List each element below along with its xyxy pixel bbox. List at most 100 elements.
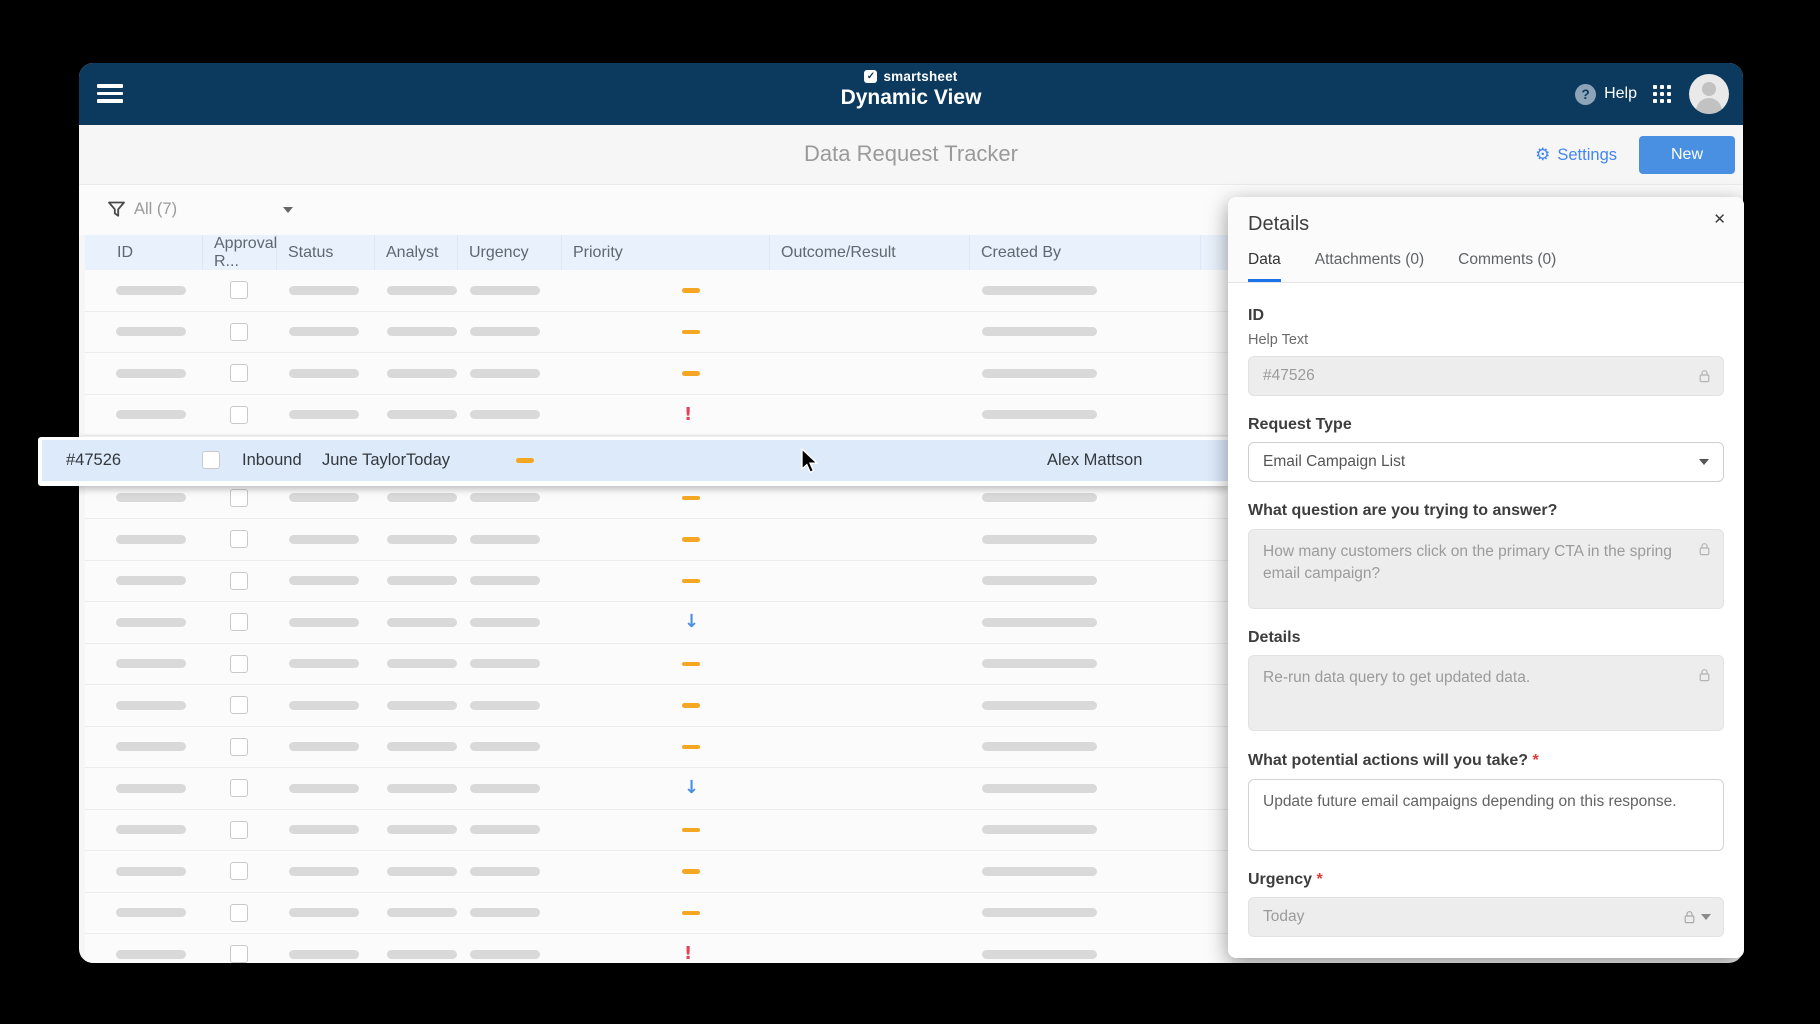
table-cell [277, 810, 375, 851]
table-row[interactable]: ! [85, 395, 1232, 437]
selected-row-status: Inbound [242, 440, 302, 481]
approval-checkbox[interactable] [230, 862, 248, 880]
table-body: ! ↓ ↓! [85, 270, 1232, 963]
table-row[interactable]: ↓ [85, 768, 1232, 810]
selected-row-created-by: Alex Mattson [1047, 440, 1142, 481]
filter-icon[interactable] [108, 201, 125, 218]
column-header-status[interactable]: Status [277, 235, 375, 270]
priority-medium-icon [516, 458, 534, 463]
table-row[interactable] [85, 644, 1232, 686]
required-asterisk: * [1316, 871, 1322, 888]
table-cell [277, 685, 375, 726]
table-cell [375, 602, 458, 643]
approval-checkbox[interactable] [230, 613, 248, 631]
actions-textarea[interactable]: Update future email campaigns depending … [1248, 779, 1724, 851]
table-row[interactable] [85, 810, 1232, 852]
skeleton-bar [470, 867, 540, 876]
question-field: How many customers click on the primary … [1248, 529, 1724, 609]
selected-row[interactable]: #47526 Inbound June Taylor Today Alex Ma… [38, 437, 1230, 486]
skeleton-bar [387, 410, 457, 419]
table-cell [277, 727, 375, 768]
approval-checkbox[interactable] [230, 655, 248, 673]
skeleton-bar [470, 327, 540, 336]
approval-checkbox[interactable] [230, 945, 248, 963]
table-row[interactable]: ↓ [85, 602, 1232, 644]
selected-row-id: #47526 [66, 440, 121, 481]
table-cell [458, 810, 562, 851]
table-cell [203, 685, 277, 726]
approval-checkbox[interactable] [230, 572, 248, 590]
approval-checkbox[interactable] [230, 904, 248, 922]
approval-checkbox[interactable] [230, 406, 248, 424]
approval-checkbox[interactable] [230, 738, 248, 756]
approval-checkbox[interactable] [230, 530, 248, 548]
filter-selected-label[interactable]: All (7) [134, 200, 177, 219]
brand-name: smartsheet [883, 69, 957, 84]
table-cell [458, 727, 562, 768]
column-header-outcome-result[interactable]: Outcome/Result [770, 235, 970, 270]
details-tabs: Data Attachments (0) Comments (0) [1248, 251, 1724, 282]
table-row[interactable] [85, 727, 1232, 769]
user-avatar[interactable] [1689, 74, 1729, 114]
table-cell [277, 768, 375, 809]
new-button[interactable]: New [1639, 136, 1735, 174]
table-row[interactable] [85, 851, 1232, 893]
table-cell [375, 685, 458, 726]
approval-checkbox[interactable] [230, 696, 248, 714]
table-row[interactable]: ! [85, 934, 1232, 963]
column-header-id[interactable]: ID [85, 235, 203, 270]
column-header-priority[interactable]: Priority [562, 235, 770, 270]
skeleton-bar [116, 576, 186, 585]
table-cell [770, 395, 970, 436]
column-header-analyst[interactable]: Analyst [375, 235, 458, 270]
settings-button[interactable]: ⚙ Settings [1535, 146, 1617, 165]
approval-checkbox[interactable] [230, 489, 248, 507]
skeleton-bar [289, 493, 359, 502]
table-cell [85, 893, 203, 934]
table-cell [203, 561, 277, 602]
table-row[interactable] [85, 893, 1232, 935]
skeleton-bar [387, 742, 457, 751]
skeleton-bar [470, 784, 540, 793]
help-label[interactable]: Help [1604, 85, 1637, 103]
skeleton-bar [982, 493, 1097, 502]
table-row[interactable] [85, 270, 1232, 312]
tab-comments-0[interactable]: Comments (0) [1458, 251, 1556, 282]
table-cell [770, 685, 970, 726]
approval-checkbox[interactable] [230, 281, 248, 299]
tab-attachments-0[interactable]: Attachments (0) [1315, 251, 1424, 282]
skeleton-bar [982, 825, 1097, 834]
request-type-dropdown[interactable]: Email Campaign List [1248, 442, 1724, 482]
priority-medium-icon [682, 911, 700, 916]
table-row[interactable] [85, 685, 1232, 727]
column-header-created-by[interactable]: Created By [970, 235, 1201, 270]
help-icon[interactable]: ? [1575, 84, 1596, 105]
skeleton-bar [116, 659, 186, 668]
close-icon[interactable]: ✕ [1713, 210, 1726, 228]
table-row[interactable] [85, 353, 1232, 395]
skeleton-bar [289, 576, 359, 585]
approval-checkbox[interactable] [230, 364, 248, 382]
table-row[interactable] [85, 312, 1232, 354]
tab-data[interactable]: Data [1248, 251, 1281, 282]
table-row[interactable] [85, 561, 1232, 603]
priority-low-icon: ↓ [684, 613, 699, 631]
urgency-dropdown: Today [1248, 897, 1724, 937]
approval-checkbox[interactable] [230, 821, 248, 839]
table-row[interactable] [85, 519, 1232, 561]
skeleton-bar [387, 825, 457, 834]
app-launcher-icon[interactable] [1653, 85, 1671, 103]
skeleton-bar [116, 784, 186, 793]
approval-checkbox[interactable] [230, 323, 248, 341]
skeleton-bar [982, 950, 1097, 959]
skeleton-bar [470, 576, 540, 585]
table-cell [970, 602, 1201, 643]
approval-checkbox[interactable] [202, 451, 220, 469]
column-header-approval-r-[interactable]: Approval R... [203, 235, 277, 270]
approval-checkbox[interactable] [230, 779, 248, 797]
column-header-urgency[interactable]: Urgency [458, 235, 562, 270]
skeleton-bar [387, 867, 457, 876]
skeleton-bar [470, 825, 540, 834]
table-cell [203, 395, 277, 436]
filter-caret-icon[interactable] [283, 207, 293, 213]
